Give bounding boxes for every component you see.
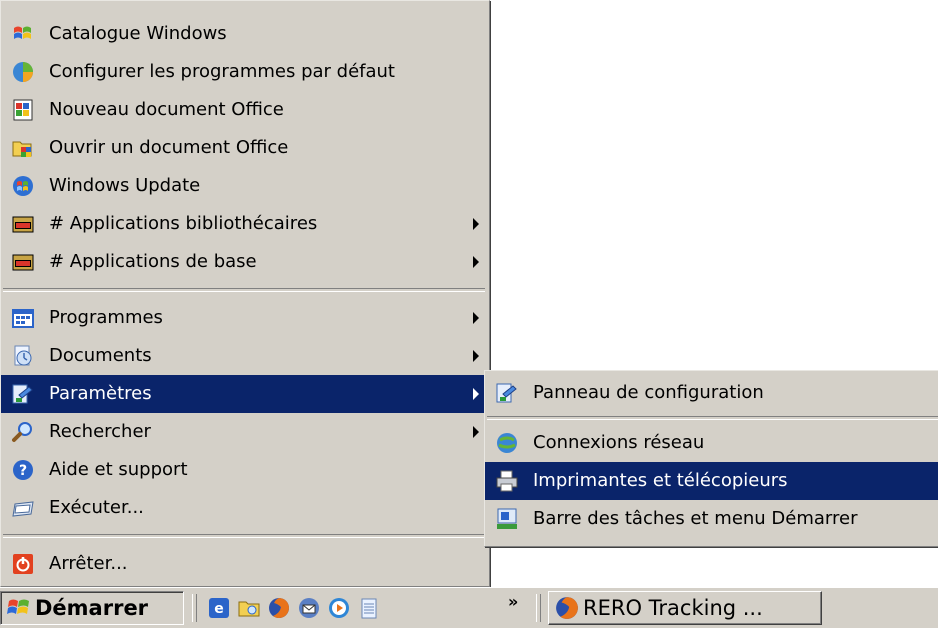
submenu-arrow-icon bbox=[473, 256, 479, 268]
start-label: Démarrer bbox=[35, 596, 149, 620]
menu-item-parametres[interactable]: Paramètres bbox=[1, 375, 489, 413]
menu-item-catalogue-windows[interactable]: Catalogue Windows bbox=[1, 15, 489, 53]
menu-item-windows-update[interactable]: Windows Update bbox=[1, 167, 489, 205]
folder-icon bbox=[11, 212, 35, 236]
media-player-icon[interactable] bbox=[328, 597, 350, 619]
windows-catalog-icon bbox=[11, 22, 35, 46]
taskbar-button-label: RERO Tracking ... bbox=[583, 596, 763, 620]
submenu-item-imprimantes[interactable]: Imprimantes et télécopieurs bbox=[485, 462, 938, 500]
menu-item-label: Catalogue Windows bbox=[49, 23, 227, 44]
programs-icon bbox=[11, 306, 35, 330]
menu-item-applications-bibliothecaires[interactable]: # Applications bibliothécaires bbox=[1, 205, 489, 243]
menu-item-label: Ouvrir un document Office bbox=[49, 137, 289, 158]
submenu-item-connexions-reseau[interactable]: Connexions réseau bbox=[485, 424, 938, 462]
windows-logo-icon bbox=[7, 597, 31, 619]
menu-item-label: Connexions réseau bbox=[533, 432, 705, 453]
submenu-item-panneau-configuration[interactable]: Panneau de configuration bbox=[485, 374, 938, 412]
menu-item-label: Aide et support bbox=[49, 459, 188, 480]
menu-item-label: Rechercher bbox=[49, 421, 151, 442]
explorer-icon[interactable] bbox=[238, 597, 260, 619]
submenu-arrow-icon bbox=[473, 426, 479, 438]
taskbar-settings-icon bbox=[495, 507, 519, 531]
menu-item-label: # Applications de base bbox=[49, 251, 257, 272]
menu-item-label: Barre des tâches et menu Démarrer bbox=[533, 508, 858, 529]
menu-item-rechercher[interactable]: Rechercher bbox=[1, 413, 489, 451]
firefox-icon bbox=[555, 596, 579, 620]
thunderbird-icon[interactable] bbox=[298, 597, 320, 619]
menu-item-open-office-document[interactable]: Ouvrir un document Office bbox=[1, 129, 489, 167]
toolbar-grip[interactable] bbox=[536, 594, 541, 622]
folder-icon bbox=[11, 250, 35, 274]
submenu-item-barre-taches[interactable]: Barre des tâches et menu Démarrer bbox=[485, 500, 938, 538]
menu-item-label: Panneau de configuration bbox=[533, 382, 764, 403]
menu-item-new-office-document[interactable]: Nouveau document Office bbox=[1, 91, 489, 129]
menu-item-arreter[interactable]: Arrêter... bbox=[1, 545, 489, 583]
submenu-arrow-icon bbox=[473, 218, 479, 230]
menu-separator bbox=[487, 416, 938, 420]
menu-item-label: Arrêter... bbox=[49, 553, 128, 574]
printers-icon bbox=[495, 469, 519, 493]
svg-text:?: ? bbox=[19, 463, 27, 479]
menu-item-label: Windows Update bbox=[49, 175, 201, 196]
open-office-document-icon bbox=[11, 136, 35, 160]
menu-item-label: Configurer les programmes par défaut bbox=[49, 61, 395, 82]
windows-update-icon bbox=[11, 174, 35, 198]
settings-icon bbox=[11, 382, 35, 406]
documents-icon bbox=[11, 344, 35, 368]
shutdown-icon bbox=[11, 552, 35, 576]
search-icon bbox=[11, 420, 35, 444]
menu-item-label: Documents bbox=[49, 345, 152, 366]
submenu-arrow-icon bbox=[473, 388, 479, 400]
taskbar-button-rero-tracking[interactable]: RERO Tracking ... bbox=[548, 591, 822, 625]
notepad-icon[interactable] bbox=[358, 597, 380, 619]
control-panel-icon bbox=[495, 381, 519, 405]
help-icon: ? bbox=[11, 458, 35, 482]
menu-item-aide-support[interactable]: ? Aide et support bbox=[1, 451, 489, 489]
start-menu: Catalogue Windows Configurer les program… bbox=[0, 0, 490, 587]
menu-item-executer[interactable]: Exécuter... bbox=[1, 489, 489, 527]
network-connections-icon bbox=[495, 431, 519, 455]
menu-item-programmes[interactable]: Programmes bbox=[1, 299, 489, 337]
ie-icon[interactable]: e bbox=[208, 597, 230, 619]
menu-item-default-programs[interactable]: Configurer les programmes par défaut bbox=[1, 53, 489, 91]
start-button[interactable]: Démarrer bbox=[0, 591, 184, 625]
toolbar-overflow-chevron[interactable]: » bbox=[508, 592, 518, 611]
menu-item-label: Exécuter... bbox=[49, 497, 144, 518]
taskbar: Démarrer e » RERO Tracking ... bbox=[0, 587, 938, 628]
toolbar-grip[interactable] bbox=[192, 594, 197, 622]
menu-separator bbox=[3, 288, 485, 292]
run-icon bbox=[11, 496, 35, 520]
menu-item-label: Imprimantes et télécopieurs bbox=[533, 470, 788, 491]
default-programs-icon bbox=[11, 60, 35, 84]
menu-item-label: Programmes bbox=[49, 307, 163, 328]
menu-item-documents[interactable]: Documents bbox=[1, 337, 489, 375]
menu-item-label: # Applications bibliothécaires bbox=[49, 213, 318, 234]
settings-submenu: Panneau de configuration Connexions rése… bbox=[484, 370, 938, 547]
new-office-document-icon bbox=[11, 98, 35, 122]
menu-separator bbox=[3, 534, 485, 538]
submenu-arrow-icon bbox=[473, 312, 479, 324]
submenu-arrow-icon bbox=[473, 350, 479, 362]
firefox-icon[interactable] bbox=[268, 597, 290, 619]
menu-item-label: Nouveau document Office bbox=[49, 99, 284, 120]
menu-item-label: Paramètres bbox=[49, 383, 152, 404]
svg-text:e: e bbox=[214, 601, 224, 617]
menu-item-applications-de-base[interactable]: # Applications de base bbox=[1, 243, 489, 281]
